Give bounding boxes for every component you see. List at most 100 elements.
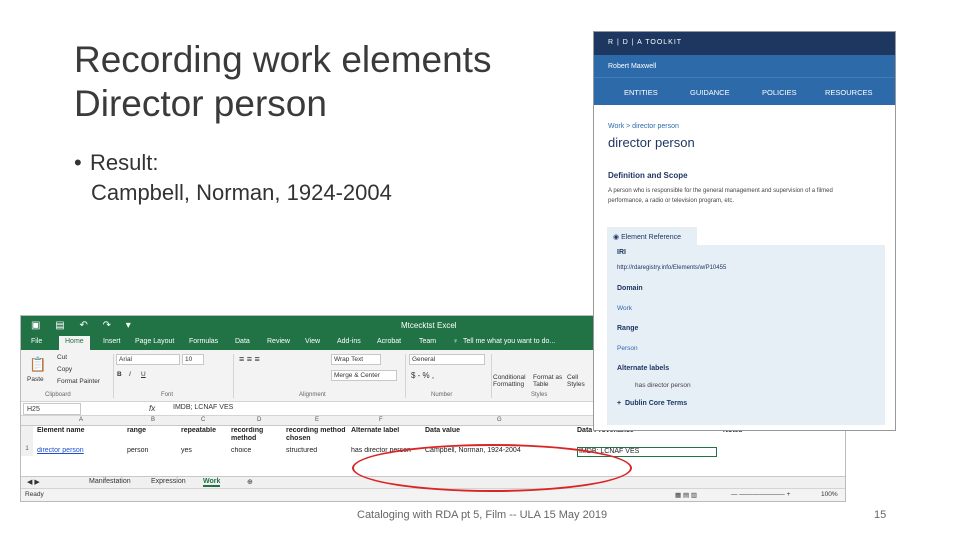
definition-line2: performance, a radio or television progr… [608, 198, 735, 204]
element-reference-label: Element Reference [621, 234, 681, 241]
number-format-select[interactable]: General [409, 354, 485, 365]
tab-formulas[interactable]: Formulas [189, 338, 218, 345]
paste-icon[interactable]: 📋 [29, 356, 46, 373]
table-cell[interactable]: yes [181, 447, 229, 455]
add-sheet-icon[interactable]: ⊕ [247, 478, 253, 486]
formula-input[interactable]: IMDB; LCNAF VES [173, 404, 233, 411]
domain-label: Domain [617, 285, 643, 292]
header-cell[interactable]: Element name [37, 427, 121, 435]
align-icons[interactable]: ≡ ≡ ≡ [239, 354, 260, 364]
bullet-dot: • [74, 150, 82, 175]
header-cell[interactable]: recording method chosen [286, 427, 348, 443]
group-font: Font [161, 392, 174, 398]
lightbulb-icon: ♀ [453, 338, 459, 345]
tab-view[interactable]: View [305, 338, 320, 345]
rda-user-name[interactable]: Robert Maxwell [608, 63, 656, 70]
bold-button[interactable]: B [117, 371, 122, 378]
highlight-oval [352, 444, 632, 492]
paste-button[interactable]: Paste [27, 376, 44, 383]
underline-button[interactable]: U [141, 371, 146, 378]
row-header[interactable]: 1 [21, 446, 33, 456]
sheet-nav-icon[interactable]: ◀ ▶ [27, 478, 40, 486]
alt-label-value: has director person [635, 382, 691, 389]
font-name-select[interactable]: Arial [116, 354, 180, 365]
tab-data[interactable]: Data [235, 338, 250, 345]
header-cell[interactable]: repeatable [181, 427, 229, 435]
format-as-table-button[interactable]: Format as Table [533, 374, 563, 388]
sheet-tab-manifestation[interactable]: Manifestation [89, 478, 131, 485]
tab-acrobat[interactable]: Acrobat [377, 338, 401, 345]
tab-add-ins[interactable]: Add-ins [337, 338, 361, 345]
font-size-select[interactable]: 10 [182, 354, 204, 365]
ribbon-separator [405, 354, 406, 398]
rda-topbar: R | D | A TOOLKIT [594, 32, 895, 55]
cell-styles-button[interactable]: Cell Styles [567, 374, 589, 388]
dublin-core-label: Dublin Core Terms [624, 400, 688, 407]
sheet-tab-expression[interactable]: Expression [151, 478, 186, 485]
zoom-slider[interactable]: — ——————— + [731, 491, 790, 498]
element-reference-tab[interactable]: ◉ Element Reference [607, 227, 697, 245]
result-bullet: • Result: Campbell, Norman, 1924-2004 [74, 148, 392, 208]
dublin-core-toggle[interactable]: + Dublin Core Terms [617, 400, 687, 407]
sheet-tab-work[interactable]: Work [203, 478, 221, 487]
column-letter[interactable]: E [315, 417, 319, 423]
nav-guidance[interactable]: GUIDANCE [690, 88, 730, 97]
conditional-formatting-button[interactable]: Conditional Formatting [493, 374, 529, 388]
fx-icon[interactable]: fx [149, 404, 155, 413]
merge-center-button[interactable]: Merge & Center [331, 370, 397, 381]
format-painter-button[interactable]: Format Painter [57, 378, 100, 385]
tab-home[interactable]: Home [59, 336, 90, 350]
nav-policies[interactable]: POLICIES [762, 88, 797, 97]
table-cell[interactable]: director person [37, 447, 121, 455]
range-label: Range [617, 325, 639, 332]
copy-button[interactable]: Copy [57, 366, 72, 373]
column-letter[interactable]: F [379, 417, 383, 423]
column-letter[interactable]: C [201, 417, 205, 423]
row-header[interactable] [21, 426, 33, 446]
nav-resources[interactable]: RESOURCES [825, 88, 873, 97]
tab-review[interactable]: Review [267, 338, 290, 345]
element-reference-panel: ◉ Element Reference IRI http://rdaregist… [607, 227, 885, 425]
tab-insert[interactable]: Insert [103, 338, 121, 345]
italic-button[interactable]: I [129, 371, 131, 378]
column-letter[interactable]: B [151, 417, 155, 423]
table-cell[interactable]: structured [286, 447, 348, 455]
tab-team[interactable]: Team [419, 338, 436, 345]
column-letter[interactable]: A [79, 417, 83, 423]
ribbon-separator [491, 354, 492, 398]
zoom-level: 100% [821, 491, 838, 498]
header-cell[interactable]: range [127, 427, 177, 435]
slide-title-line1: Recording work elements [74, 39, 492, 80]
rda-logo[interactable]: R | D | A TOOLKIT [608, 39, 682, 46]
table-cell[interactable]: choice [231, 447, 283, 455]
section-heading: Definition and Scope [608, 171, 688, 180]
page-number: 15 [874, 509, 887, 521]
header-cell[interactable]: Alternate label [351, 427, 421, 435]
table-cell[interactable]: person [127, 447, 177, 455]
iri-value[interactable]: http://rdaregistry.info/Elements/w/P1045… [617, 265, 726, 271]
header-cell[interactable]: Data value [425, 427, 575, 435]
nav-entities[interactable]: ENTITIES [624, 88, 658, 97]
page-heading: director person [608, 135, 695, 150]
tab-file[interactable]: File [31, 338, 42, 345]
range-value[interactable]: Person [617, 345, 638, 352]
domain-value[interactable]: Work [617, 305, 632, 312]
cut-button[interactable]: Cut [57, 354, 67, 361]
column-letter[interactable]: D [257, 417, 261, 423]
tab-page-layout[interactable]: Page Layout [135, 338, 174, 345]
rda-toolkit-window: R | D | A TOOLKIT Robert Maxwell ENTITIE… [593, 31, 896, 431]
rda-nav: ENTITIES GUIDANCE POLICIES RESOURCES [594, 77, 895, 105]
number-format-icons[interactable]: $ - % , [411, 371, 434, 380]
breadcrumb[interactable]: Work > director person [608, 123, 679, 130]
header-cell[interactable]: recording method [231, 427, 283, 443]
quick-access-toolbar[interactable]: ▣ ▤ ↶ ↷ ▾ [31, 320, 137, 331]
name-box[interactable]: H25 [23, 403, 81, 415]
group-alignment: Alignment [299, 392, 326, 398]
tell-me-search[interactable]: Tell me what you want to do... [463, 338, 555, 345]
view-icons[interactable]: ▦ ▤ ▥ [675, 491, 697, 499]
eye-icon: ◉ [613, 234, 622, 241]
alt-labels-label: Alternate labels [617, 365, 670, 372]
wrap-text-button[interactable]: Wrap Text [331, 354, 381, 365]
column-letter[interactable]: G [497, 417, 502, 423]
bullet-value: Campbell, Norman, 1924-2004 [91, 180, 392, 205]
